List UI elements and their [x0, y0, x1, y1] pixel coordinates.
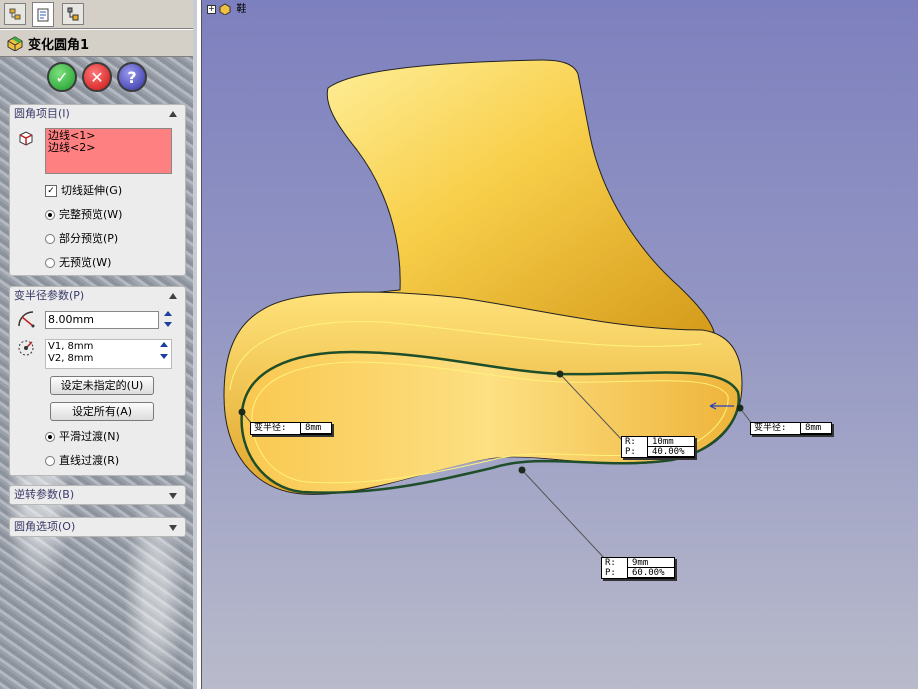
leader-line [521, 469, 607, 561]
control-point[interactable] [518, 466, 526, 474]
spin-up-icon[interactable] [164, 311, 172, 316]
vertex-list[interactable]: V1, 8mm V2, 8mm [45, 339, 172, 369]
callout-v1[interactable]: 变半径: 8mm [250, 422, 332, 435]
feature-tree-icon [9, 8, 21, 20]
tangent-propagation-checkbox[interactable]: ✓ 切线延伸(G) [45, 183, 122, 199]
close-icon: ✕ [90, 67, 104, 87]
vertex-icon [18, 340, 34, 356]
smooth-transition-radio[interactable]: 平滑过渡(N) [45, 429, 120, 445]
checkbox-checked-icon[interactable]: ✓ [45, 185, 57, 197]
expand-icon[interactable] [169, 525, 177, 531]
fillet-feature-icon [7, 36, 23, 51]
vertex-list-scroll[interactable] [158, 341, 170, 363]
feature-title-bar: 变化圆角1 [0, 29, 193, 57]
property-icon [37, 8, 49, 21]
vertex-handle-v1[interactable] [238, 408, 246, 416]
help-button[interactable]: ? [117, 62, 147, 92]
variable-radius-header[interactable]: 变半径参数(P) [10, 287, 185, 305]
list-item[interactable]: V1, 8mm [48, 341, 169, 353]
scroll-up-icon[interactable] [160, 342, 168, 347]
straight-transition-radio[interactable]: 直线过渡(R) [45, 453, 119, 469]
expand-icon[interactable] [169, 493, 177, 499]
tab-feature-manager[interactable] [4, 3, 26, 25]
variable-radius-group: 变半径参数(P) 8.00mm V1, 8mm V2, 8mm 设定未指定的(U… [9, 286, 186, 476]
partial-preview-radio[interactable]: 部分预览(P) [45, 231, 118, 247]
no-preview-radio[interactable]: 无预览(W) [45, 255, 111, 271]
cancel-button[interactable]: ✕ [82, 62, 112, 92]
radius-input[interactable]: 8.00mm [45, 311, 159, 329]
property-manager: 变化圆角1 ✓ ✕ ? 圆角项目(I) 边线<1> 边线<2> ✓ 切线延伸(G)… [0, 0, 197, 689]
collapse-icon[interactable] [169, 293, 177, 299]
manager-tabs [0, 0, 193, 29]
fillet-options-header: 圆角选项(O) [14, 520, 76, 533]
set-unassigned-button[interactable]: 设定未指定的(U) [50, 376, 154, 395]
edge-selection-list[interactable]: 边线<1> 边线<2> [45, 128, 172, 174]
fillet-options-group[interactable]: 圆角选项(O) [9, 517, 186, 537]
list-item[interactable]: 边线<2> [48, 142, 169, 154]
setback-parameters-group[interactable]: 逆转参数(B) [9, 485, 186, 505]
callout-point-1[interactable]: R: 10mm P: 40.00% [621, 436, 695, 458]
callout-point-2[interactable]: R: 9mm P: 60.00% [601, 557, 675, 579]
graphics-area[interactable]: + 鞋 变半径: 8mm 变半径: 8mm R: 10mm P: 40.00% … [201, 0, 918, 689]
full-preview-radio[interactable]: 完整预览(W) [45, 207, 122, 223]
checkmark-icon: ✓ [55, 67, 69, 87]
set-all-button[interactable]: 设定所有(A) [50, 402, 154, 421]
scroll-down-icon[interactable] [160, 354, 168, 359]
boot-model [223, 59, 753, 561]
vertex-handle-v2[interactable] [736, 404, 744, 412]
fillet-items-header[interactable]: 圆角项目(I) [10, 105, 185, 123]
ok-button[interactable]: ✓ [47, 62, 77, 92]
spin-down-icon[interactable] [164, 322, 172, 327]
fillet-items-group: 圆角项目(I) 边线<1> 边线<2> ✓ 切线延伸(G) 完整预览(W) 部分预… [9, 104, 186, 276]
configuration-icon [67, 7, 79, 21]
radius-spinner[interactable] [162, 309, 174, 331]
page-title: 变化圆角1 [28, 37, 90, 53]
callout-v2[interactable]: 变半径: 8mm [750, 422, 832, 435]
control-point[interactable] [556, 370, 564, 378]
setback-header: 逆转参数(B) [14, 488, 75, 501]
help-icon: ? [127, 67, 137, 87]
tab-property-manager[interactable] [32, 2, 54, 27]
tab-configuration-manager[interactable] [62, 3, 84, 25]
collapse-icon[interactable] [169, 111, 177, 117]
radius-icon [18, 311, 35, 328]
list-item[interactable]: V2, 8mm [48, 353, 169, 365]
edge-cube-icon [19, 131, 33, 146]
